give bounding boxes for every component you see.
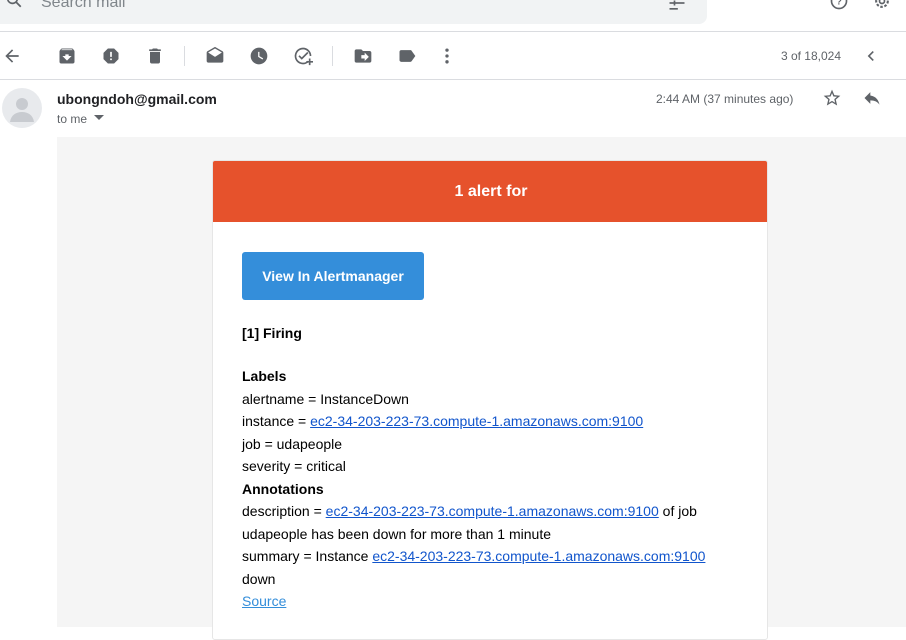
- chevron-down-icon[interactable]: [93, 113, 105, 123]
- firing-heading: [1] Firing: [242, 325, 302, 341]
- reply-icon[interactable]: [860, 86, 884, 110]
- move-to-icon[interactable]: [351, 44, 375, 68]
- recipient-label[interactable]: to me: [57, 112, 87, 126]
- help-icon[interactable]: ?: [828, 0, 850, 12]
- source-line: Source: [242, 593, 286, 609]
- snooze-icon[interactable]: [247, 44, 271, 68]
- settings-icon[interactable]: [871, 0, 893, 12]
- arrow-left-icon[interactable]: [0, 44, 24, 68]
- message-count: 3 of 18,024: [780, 49, 841, 63]
- annotation-description-continued: udapeople has been down for more than 1 …: [242, 526, 551, 542]
- avatar[interactable]: [2, 88, 42, 128]
- description-suffix: of job: [658, 503, 697, 519]
- summary-label: summary = Instance: [242, 548, 373, 564]
- label-icon[interactable]: [395, 44, 419, 68]
- mark-unread-icon[interactable]: [203, 44, 227, 68]
- toolbar-divider: [184, 46, 185, 66]
- description-label: description =: [242, 503, 326, 519]
- annotation-summary: summary = Instance ec2-34-203-223-73.com…: [242, 548, 705, 564]
- sender-email[interactable]: ubongndoh@gmail.com: [57, 91, 217, 107]
- annotations-heading: Annotations: [242, 481, 324, 497]
- toolbar-divider: [332, 46, 333, 66]
- alert-card: 1 alert for View In Alertmanager [1] Fir…: [212, 160, 768, 640]
- toolbar-bottom-divider: [0, 79, 906, 80]
- add-task-icon[interactable]: [291, 44, 315, 68]
- more-icon[interactable]: [435, 44, 459, 68]
- archive-icon[interactable]: [55, 44, 79, 68]
- svg-text:?: ?: [836, 0, 842, 6]
- labels-heading: Labels: [242, 368, 287, 384]
- label-job: job = udapeople: [242, 436, 343, 452]
- search-icon[interactable]: [4, 0, 24, 10]
- alert-header: 1 alert for: [213, 161, 767, 222]
- view-in-alertmanager-button[interactable]: View In Alertmanager: [242, 252, 424, 300]
- search-options-icon[interactable]: [666, 0, 688, 14]
- label-severity: severity = critical: [242, 458, 346, 474]
- annotation-summary-continued: down: [242, 571, 276, 587]
- instance-label: instance =: [242, 413, 311, 429]
- source-link[interactable]: Source: [242, 593, 286, 609]
- search-input[interactable]: Search mail: [41, 0, 125, 12]
- report-spam-icon[interactable]: [99, 44, 123, 68]
- star-icon[interactable]: [820, 86, 844, 110]
- instance-link[interactable]: ec2-34-203-223-73.compute-1.amazonaws.co…: [310, 413, 643, 429]
- chevron-left-icon[interactable]: [859, 44, 883, 68]
- message-time: 2:44 AM (37 minutes ago): [656, 92, 794, 106]
- label-instance: instance = ec2-34-203-223-73.compute-1.a…: [242, 413, 643, 429]
- top-divider: [0, 31, 906, 32]
- label-alertname: alertname = InstanceDown: [242, 391, 409, 407]
- summary-link[interactable]: ec2-34-203-223-73.compute-1.amazonaws.co…: [372, 548, 705, 564]
- description-link[interactable]: ec2-34-203-223-73.compute-1.amazonaws.co…: [326, 503, 659, 519]
- delete-icon[interactable]: [143, 44, 167, 68]
- annotation-description: description = ec2-34-203-223-73.compute-…: [242, 503, 697, 519]
